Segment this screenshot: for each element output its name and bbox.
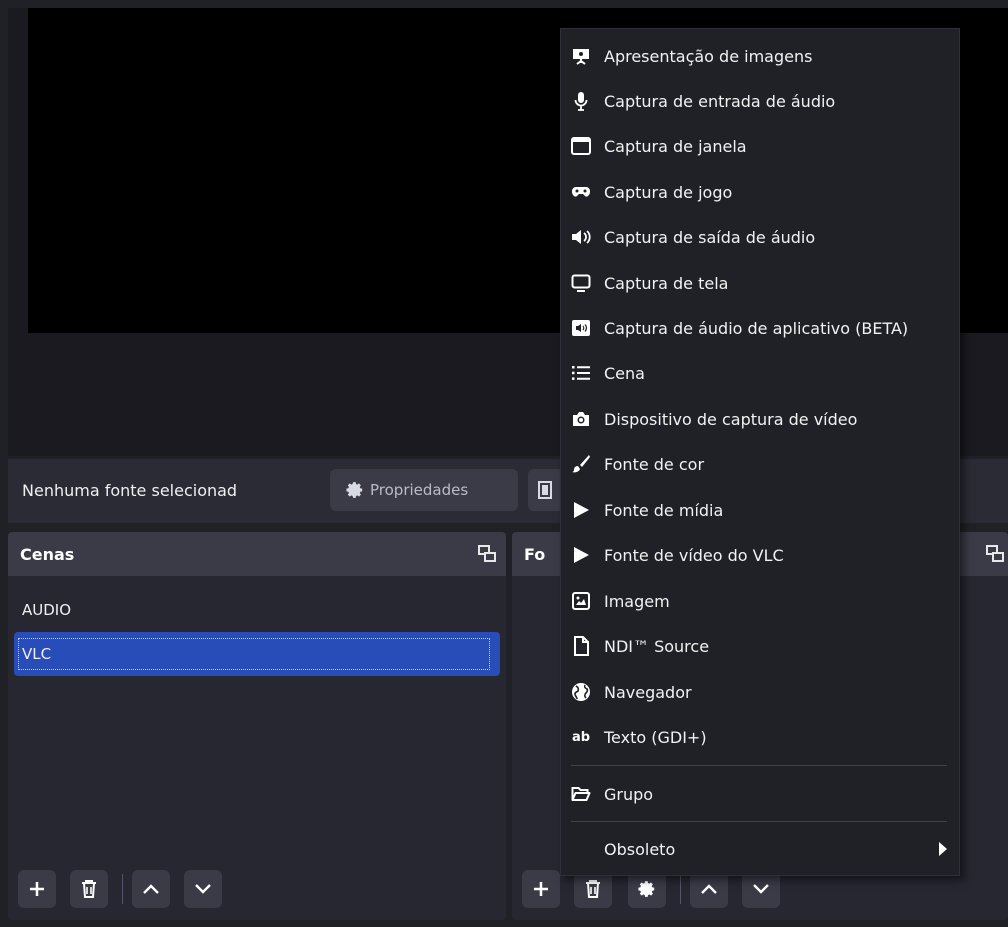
window-icon <box>571 136 591 156</box>
remove-scene-button[interactable] <box>70 870 108 908</box>
menu-item-color-source[interactable]: Fonte de cor <box>561 442 961 486</box>
gear-icon <box>638 881 655 897</box>
file-icon <box>571 636 591 656</box>
scene-item-label: AUDIO <box>22 601 72 619</box>
filter-icon <box>538 481 552 499</box>
properties-button[interactable]: Propriedades <box>330 469 518 511</box>
chevron-up-icon <box>701 884 717 894</box>
menu-item-scene[interactable]: Cena <box>561 351 961 395</box>
scenes-panel-header: Cenas <box>8 532 506 576</box>
plus-icon <box>30 882 44 896</box>
add-scene-button[interactable] <box>18 870 56 908</box>
menu-item-display-capture[interactable]: Captura de tela <box>561 261 961 305</box>
scenes-title: Cenas <box>20 544 75 564</box>
brush-icon <box>571 454 591 474</box>
menu-separator <box>571 765 947 766</box>
text-ab-icon: ab <box>571 729 591 745</box>
microphone-icon <box>571 91 591 111</box>
play-icon <box>571 500 591 520</box>
menu-item-media-source[interactable]: Fonte de mídia <box>561 488 961 532</box>
menu-item-image[interactable]: Imagem <box>561 579 961 623</box>
scenes-panel: Cenas AUDIO VLC <box>8 532 506 920</box>
trash-icon <box>586 880 600 898</box>
menu-item-text-gdi[interactable]: ab Texto (GDI+) <box>561 715 961 759</box>
menu-item-window-capture[interactable]: Captura de janela <box>561 124 961 168</box>
add-source-button[interactable] <box>522 870 560 908</box>
globe-icon <box>571 682 591 702</box>
focus-outline <box>18 638 490 670</box>
submenu-arrow-icon <box>939 842 947 856</box>
move-scene-down-button[interactable] <box>184 870 222 908</box>
toolbar-separator <box>122 874 123 904</box>
monitor-icon <box>571 273 591 293</box>
menu-item-audio-output-capture[interactable]: Captura de saída de áudio <box>561 215 961 259</box>
menu-item-game-capture[interactable]: Captura de jogo <box>561 170 961 214</box>
menu-item-audio-input-capture[interactable]: Captura de entrada de áudio <box>561 79 961 123</box>
menu-item-deprecated[interactable]: Obsoleto <box>561 827 961 871</box>
add-source-menu: Apresentação de imagens Captura de entra… <box>560 28 960 876</box>
sources-title: Fo <box>524 544 546 564</box>
toolbar-separator <box>680 874 681 904</box>
gamepad-icon <box>571 182 591 202</box>
menu-item-video-capture-device[interactable]: Dispositivo de captura de vídeo <box>561 397 961 441</box>
gear-icon <box>346 481 364 499</box>
list-icon <box>571 363 591 383</box>
scene-item-vlc[interactable]: VLC <box>14 632 500 676</box>
folder-open-icon <box>571 784 591 804</box>
play-icon <box>571 545 591 565</box>
image-icon <box>571 591 591 611</box>
menu-item-ndi-source[interactable]: NDI™ Source <box>561 624 961 668</box>
undock-icon[interactable] <box>986 545 1004 563</box>
menu-item-application-audio-capture[interactable]: Captura de áudio de aplicativo (BETA) <box>561 306 961 350</box>
chevron-down-icon <box>195 884 211 894</box>
properties-label: Propriedades <box>370 481 469 499</box>
chevron-down-icon <box>753 884 769 894</box>
menu-separator <box>571 821 947 822</box>
slideshow-icon <box>571 46 591 66</box>
menu-item-group[interactable]: Grupo <box>561 772 961 816</box>
blank-icon <box>571 839 591 859</box>
app-audio-icon <box>571 318 591 338</box>
speaker-icon <box>571 227 591 247</box>
scene-item-label: VLC <box>22 645 52 663</box>
undock-icon[interactable] <box>478 545 496 563</box>
chevron-up-icon <box>143 884 159 894</box>
menu-item-vlc-video-source[interactable]: Fonte de vídeo do VLC <box>561 533 961 577</box>
plus-icon <box>534 882 548 896</box>
no-source-selected-label: Nenhuma fonte selecionad <box>22 481 238 500</box>
move-scene-up-button[interactable] <box>132 870 170 908</box>
menu-item-image-slideshow[interactable]: Apresentação de imagens <box>561 34 961 78</box>
trash-icon <box>82 880 96 898</box>
menu-item-browser[interactable]: Navegador <box>561 670 961 714</box>
camera-icon <box>571 409 591 429</box>
scene-item-audio[interactable]: AUDIO <box>14 588 500 632</box>
